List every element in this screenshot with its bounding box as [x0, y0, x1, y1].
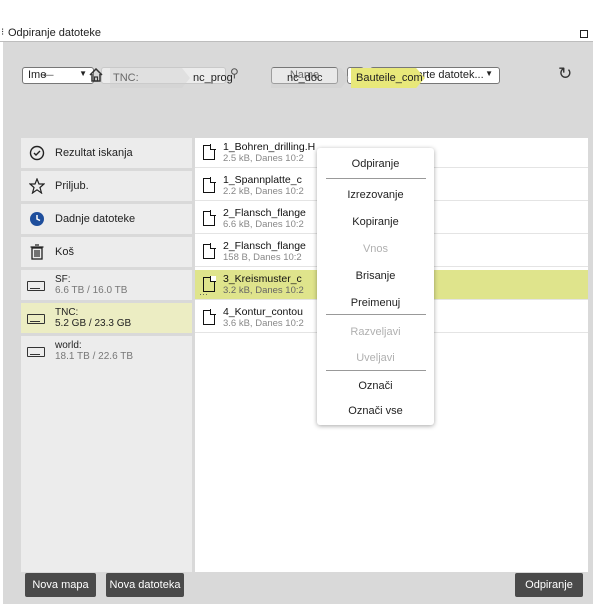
- file-name: 2_Flansch_flange: [223, 240, 306, 252]
- context-menu: Odpiranje Izrezovanje Kopiranje Vnos Bri…: [317, 148, 434, 425]
- new-file-button[interactable]: Nova datoteka: [106, 573, 184, 597]
- sidebar-item-search-results[interactable]: Rezultat iskanja: [21, 138, 192, 168]
- drive-usage: 6.6 TB / 16.0 TB: [55, 285, 128, 296]
- file-meta: 158 B, Danes 10:2: [223, 252, 302, 263]
- drive-icon: [27, 314, 45, 324]
- menu-separator: [326, 178, 426, 179]
- clock-icon: [30, 212, 44, 226]
- file-name: 3_Kreismuster_c: [223, 273, 302, 285]
- window-title: Odpiranje datoteke: [8, 27, 101, 39]
- file-name: 4_Kontur_contou: [223, 306, 303, 318]
- drive-usage: 5.2 GB / 23.3 GB: [55, 318, 132, 329]
- sidebar: Rezultat iskanja Priljub. Dadnje datotek…: [21, 138, 192, 572]
- menu-item-redo: Uveljavi: [356, 352, 395, 364]
- crumb-nc-doc[interactable]: nc_doc: [287, 68, 322, 88]
- star-icon: [29, 178, 45, 194]
- title-bar: ⁝ Odpiranje datoteke: [0, 0, 593, 42]
- maximize-button[interactable]: [580, 30, 588, 38]
- sidebar-item-label: SF: 6.6 TB / 16.0 TB: [55, 274, 127, 296]
- sidebar-item-label: Dadnje datoteke: [55, 213, 136, 225]
- menu-item-rename[interactable]: Preimenuj: [317, 291, 434, 315]
- sidebar-item-label: world: 18.1 TB / 22.6 TB: [55, 340, 133, 362]
- drive-name: world:: [55, 340, 82, 351]
- sidebar-item-drive-world[interactable]: world: 18.1 TB / 22.6 TB: [21, 336, 192, 374]
- file-meta: 3.6 kB, Danes 10:2: [223, 318, 304, 329]
- file-icon: [203, 144, 216, 160]
- menu-item-mark-all[interactable]: Označi vse: [317, 399, 434, 423]
- file-name: 1_Spannplatte_c: [223, 174, 302, 186]
- file-icon: [203, 177, 216, 193]
- menu-separator: [326, 314, 426, 315]
- new-folder-button[interactable]: Nova mapa: [25, 573, 96, 597]
- crumb-nc-prog[interactable]: nc_prog: [193, 68, 233, 88]
- menu-item-undo: Razveljavi: [350, 326, 401, 338]
- drive-usage: 18.1 TB / 22.6 TB: [55, 351, 134, 362]
- trash-icon: [30, 244, 44, 260]
- crumb-current[interactable]: Bauteile_com...: [351, 68, 425, 88]
- menu-item-copy[interactable]: Kopiranje: [317, 210, 434, 234]
- home-icon[interactable]: [89, 68, 103, 82]
- sidebar-item-label: TNC: 5.2 GB / 23.3 GB: [55, 307, 131, 329]
- sort-select[interactable]: Ime ▼: [22, 67, 94, 84]
- menu-item-open[interactable]: Odpiranje: [317, 152, 434, 176]
- file-icon: [203, 210, 216, 226]
- sidebar-item-label: Priljub.: [55, 180, 89, 192]
- sidebar-item-label: Koš: [55, 246, 74, 258]
- file-meta: 6.6 kB, Danes 10:2: [223, 219, 304, 230]
- sidebar-item-favorites[interactable]: Priljub.: [21, 171, 192, 201]
- sidebar-item-trash[interactable]: Koš: [21, 237, 192, 267]
- file-name: 1_Bohren_drilling.H: [223, 141, 316, 153]
- refresh-icon[interactable]: ↻: [558, 64, 572, 84]
- file-name: 2_Flansch_flange: [223, 207, 306, 219]
- menu-item-mark[interactable]: Označi: [317, 374, 434, 398]
- back-arrow-icon[interactable]: ←: [40, 63, 57, 83]
- file-meta: 2.2 kB, Danes 10:2: [223, 186, 304, 197]
- open-button[interactable]: Odpiranje: [515, 573, 583, 597]
- sidebar-item-label: Rezultat iskanja: [55, 147, 133, 159]
- check-circle-icon: [29, 145, 45, 161]
- file-icon: [203, 309, 216, 325]
- drive-icon: [27, 347, 45, 357]
- drive-name: SF:: [55, 274, 71, 285]
- more-icon[interactable]: ···: [199, 289, 208, 299]
- menu-item-cut[interactable]: Izrezovanje: [317, 183, 434, 207]
- file-dialog: Ime ▼ ⚲ Name ↑ Vse podprte datotek... ▼ …: [3, 42, 593, 604]
- crumb-drive-bg: [110, 68, 190, 88]
- file-meta: 2.5 kB, Danes 10:2: [223, 153, 304, 164]
- file-meta: 3.2 kB, Danes 10:2: [223, 285, 304, 296]
- drag-handle-icon[interactable]: ⁝: [1, 27, 4, 38]
- sidebar-item-drive-sf[interactable]: SF: 6.6 TB / 16.0 TB: [21, 270, 192, 300]
- sidebar-item-drive-tnc[interactable]: TNC: 5.2 GB / 23.3 GB: [21, 303, 192, 333]
- drive-icon: [27, 281, 45, 291]
- dropdown-arrow-icon: ▼: [485, 69, 493, 78]
- menu-item-paste: Vnos: [362, 243, 389, 255]
- drive-name: TNC:: [55, 307, 79, 318]
- file-icon: [203, 243, 216, 259]
- menu-item-delete[interactable]: Brisanje: [317, 264, 434, 288]
- sidebar-item-recent[interactable]: Dadnje datoteke: [21, 204, 192, 234]
- dropdown-arrow-icon: ▼: [79, 69, 87, 78]
- menu-separator: [326, 370, 426, 371]
- sidebar-empty-area: [21, 374, 192, 572]
